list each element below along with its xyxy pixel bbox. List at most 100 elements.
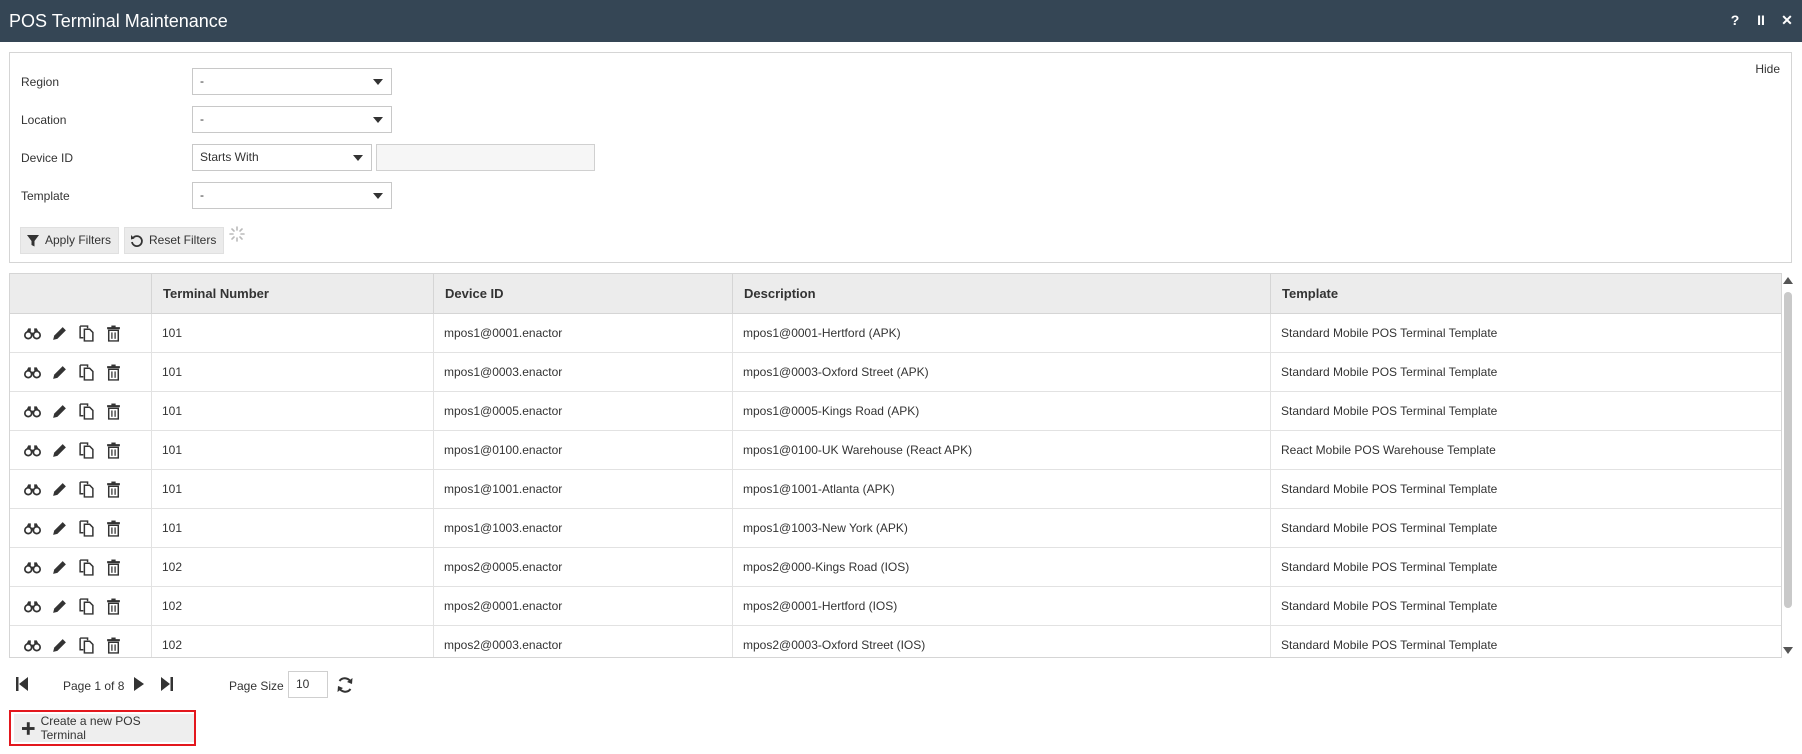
view-icon[interactable]: [24, 403, 41, 420]
column-header-terminal-number[interactable]: Terminal Number: [151, 274, 433, 313]
copy-icon[interactable]: [78, 519, 95, 537]
table-row[interactable]: 101 mpos1@1003.enactor mpos1@1003-New York…: [10, 509, 1781, 548]
terminal-number-cell: 102: [151, 548, 433, 586]
row-actions: [10, 509, 151, 547]
template-select-value: -: [200, 188, 204, 202]
device-id-cell: mpos1@0003.enactor: [433, 353, 732, 391]
table-row[interactable]: 102 mpos2@0003.enactor mpos2@0003-Oxford S…: [10, 626, 1781, 657]
template-cell: Standard Mobile POS Terminal Template: [1270, 314, 1781, 352]
description-cell: mpos1@1003-New York (APK): [732, 509, 1270, 547]
view-icon[interactable]: [24, 637, 41, 654]
device-id-label: Device ID: [21, 151, 74, 165]
table-row[interactable]: 101 mpos1@1001.enactor mpos1@1001-Atlanta …: [10, 470, 1781, 509]
row-actions: [10, 548, 151, 586]
page-size-input[interactable]: 10: [288, 671, 328, 698]
delete-icon[interactable]: [105, 559, 122, 576]
column-header-description[interactable]: Description: [732, 274, 1270, 313]
page-indicator: Page 1 of 8: [63, 679, 125, 693]
edit-icon[interactable]: [51, 442, 68, 459]
template-cell: React Mobile POS Warehouse Template: [1270, 431, 1781, 469]
description-cell: mpos1@0003-Oxford Street (APK): [732, 353, 1270, 391]
last-page-icon[interactable]: [160, 676, 174, 692]
view-icon[interactable]: [24, 520, 41, 537]
region-label: Region: [21, 75, 60, 89]
view-icon[interactable]: [24, 598, 41, 615]
table-row[interactable]: 101 mpos1@0100.enactor mpos1@0100-UK Wareh…: [10, 431, 1781, 470]
copy-icon[interactable]: [78, 363, 95, 381]
table-row[interactable]: 102 mpos2@0001.enactor mpos2@0001-Hertford…: [10, 587, 1781, 626]
hide-filters-link[interactable]: Hide: [1755, 62, 1780, 76]
copy-icon[interactable]: [78, 636, 95, 654]
view-icon[interactable]: [24, 559, 41, 576]
description-cell: mpos2@0003-Oxford Street (IOS): [732, 626, 1270, 657]
create-pos-terminal-button[interactable]: Create a new POS Terminal: [9, 710, 196, 746]
terminal-number-cell: 101: [151, 314, 433, 352]
delete-icon[interactable]: [105, 598, 122, 615]
refresh-icon[interactable]: [336, 676, 354, 694]
terminal-number-cell: 101: [151, 431, 433, 469]
template-select[interactable]: -: [192, 182, 392, 209]
edit-icon[interactable]: [51, 403, 68, 420]
device-id-cell: mpos2@0005.enactor: [433, 548, 732, 586]
table-row[interactable]: 101 mpos1@0003.enactor mpos1@0003-Oxford S…: [10, 353, 1781, 392]
copy-icon[interactable]: [78, 558, 95, 576]
region-select[interactable]: -: [192, 68, 392, 95]
grid-body: 101 mpos1@0001.enactor mpos1@0001-Hertford…: [10, 314, 1781, 657]
edit-icon[interactable]: [51, 520, 68, 537]
filter-panel: Hide Region - Location - Device ID Start…: [9, 52, 1792, 263]
view-icon[interactable]: [24, 481, 41, 498]
template-cell: Standard Mobile POS Terminal Template: [1270, 470, 1781, 508]
column-header-device-id[interactable]: Device ID: [433, 274, 732, 313]
delete-icon[interactable]: [105, 403, 122, 420]
location-select[interactable]: -: [192, 106, 392, 133]
table-row[interactable]: 102 mpos2@0005.enactor mpos2@000-Kings Roa…: [10, 548, 1781, 587]
device-id-input[interactable]: [376, 144, 595, 171]
next-page-icon[interactable]: [133, 676, 145, 692]
device-id-match-select[interactable]: Starts With: [192, 144, 372, 171]
delete-icon[interactable]: [105, 364, 122, 381]
template-cell: Standard Mobile POS Terminal Template: [1270, 626, 1781, 657]
delete-icon[interactable]: [105, 520, 122, 537]
copy-icon[interactable]: [78, 597, 95, 615]
grid-scrollbar[interactable]: [1782, 273, 1794, 658]
description-cell: mpos2@000-Kings Road (IOS): [732, 548, 1270, 586]
view-icon[interactable]: [24, 325, 41, 342]
delete-icon[interactable]: [105, 481, 122, 498]
row-actions: [10, 587, 151, 625]
edit-icon[interactable]: [51, 325, 68, 342]
row-actions: [10, 626, 151, 657]
plus-icon: [22, 721, 35, 735]
delete-icon[interactable]: [105, 442, 122, 459]
table-row[interactable]: 101 mpos1@0001.enactor mpos1@0001-Hertford…: [10, 314, 1781, 353]
delete-icon[interactable]: [105, 325, 122, 342]
apply-filters-button[interactable]: Apply Filters: [20, 227, 120, 254]
view-icon[interactable]: [24, 364, 41, 381]
edit-icon[interactable]: [51, 364, 68, 381]
title-bar: POS Terminal Maintenance ? II ✕: [0, 0, 1802, 42]
description-cell: mpos2@0001-Hertford (IOS): [732, 587, 1270, 625]
copy-icon[interactable]: [78, 324, 95, 342]
delete-icon[interactable]: [105, 637, 122, 654]
view-icon[interactable]: [24, 442, 41, 459]
reset-filters-button[interactable]: Reset Filters: [124, 227, 225, 254]
first-page-icon[interactable]: [15, 676, 29, 692]
copy-icon[interactable]: [78, 402, 95, 420]
pause-icon[interactable]: II: [1755, 12, 1767, 29]
close-icon[interactable]: ✕: [1781, 12, 1793, 29]
edit-icon[interactable]: [51, 559, 68, 576]
help-icon[interactable]: ?: [1729, 12, 1741, 29]
scroll-down-icon[interactable]: [1783, 647, 1793, 654]
device-id-cell: mpos2@0003.enactor: [433, 626, 732, 657]
edit-icon[interactable]: [51, 598, 68, 615]
template-cell: Standard Mobile POS Terminal Template: [1270, 548, 1781, 586]
edit-icon[interactable]: [51, 637, 68, 654]
scroll-up-icon[interactable]: [1783, 277, 1793, 284]
chevron-down-icon: [373, 117, 383, 123]
edit-icon[interactable]: [51, 481, 68, 498]
copy-icon[interactable]: [78, 480, 95, 498]
table-row[interactable]: 101 mpos1@0005.enactor mpos1@0005-Kings Ro…: [10, 392, 1781, 431]
column-header-template[interactable]: Template: [1270, 274, 1781, 313]
create-pos-terminal-label: Create a new POS Terminal: [40, 714, 141, 742]
copy-icon[interactable]: [78, 441, 95, 459]
scroll-thumb[interactable]: [1784, 292, 1792, 608]
